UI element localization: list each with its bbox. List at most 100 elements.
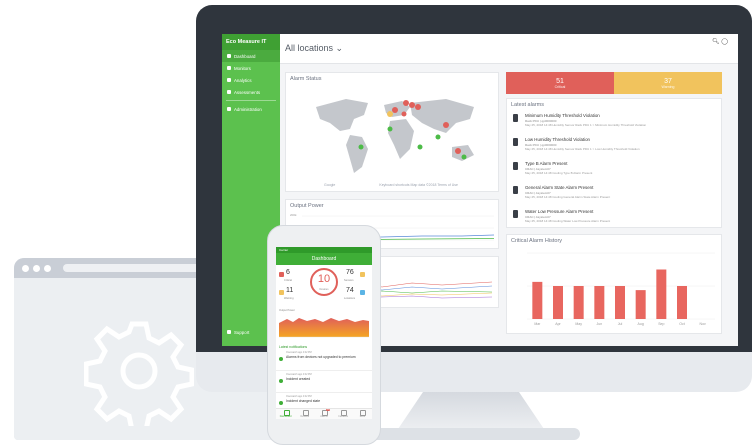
alarm-title: Type B Alarm Present [525,161,568,166]
y-tick: 200k [290,213,297,217]
sidebar-item-monitors[interactable]: Monitors [222,62,280,74]
phone-critical-label: Critical [284,279,292,282]
brand-logo[interactable]: Eco Measure IT [222,34,280,50]
panel-title: Alarm Status [290,76,322,82]
critical-icon [279,272,284,277]
sidebar-item-label: Dashboard [234,53,256,59]
map-marker-critical [392,107,398,113]
search-icon[interactable]: 🔍︎ [712,39,720,45]
critical-label: Critical [554,84,566,89]
crac-icon [513,162,518,170]
history-bar[interactable] [615,286,625,319]
map-marker-ok [435,134,441,140]
pdu-icon [513,138,518,146]
sidebar-item-analytics[interactable]: Analytics [222,74,280,86]
alarm-meta: May 25, 2018 14:48 Cooling Water Low Pre… [525,219,611,223]
map-attribution: Google [324,183,336,187]
top-bar: All locations ⌄ 🔍︎ ◯ [280,34,738,64]
alarm-meta: May 25, 2018 14:48 Humidity Sensor Rack … [525,147,640,151]
alarm-meta: May 25, 2018 14:48 Cooling Type B Alarm … [525,171,593,175]
critical-history-chart: Mar Apr May Jun Jul Aug Sep Oct Nov [527,252,715,326]
status-dot [279,379,283,383]
sidebar-item-label: Analytics [234,77,252,83]
map-marker-critical [415,104,421,110]
phone-center-label: Devices [319,288,329,291]
phone-screen: Carrier Dashboard 6 Critical 11 Warning … [276,247,372,419]
help-icon [227,330,231,334]
tab-dashboard[interactable]: Dashboard [276,409,295,419]
window-dot [22,264,29,272]
phone-critical-count[interactable]: 6 [286,269,290,276]
alarm-meta: May 25, 2018 14:48 Cooling General Alarm… [525,195,611,199]
location-selector[interactable]: All locations ⌄ [285,43,343,54]
critical-count: 51 [556,77,564,85]
panel-title: Output Power [290,203,324,209]
phone-warning-count[interactable]: 11 [286,287,293,294]
critical-count-tile[interactable]: 51 Critical [506,72,614,94]
sidebar-item-label: Administration [234,106,262,112]
notification-item[interactable]: Overwatch ago 4:02 PM Incident created [276,371,372,393]
history-bar[interactable] [656,269,667,320]
warning-count: 37 [664,77,672,85]
notification-meta: Overwatch ago 4:02 PM [286,373,312,376]
sidebar-item-administration[interactable]: Administration [222,103,280,115]
x-tick-label: Sep [658,322,664,326]
phone-output-chart: Output Power [276,309,372,343]
user-icon[interactable]: ◯ [721,39,728,45]
notification-item[interactable]: Overwatch ago 4:02 PM Alarms from device… [276,349,372,371]
window-dot [44,264,51,272]
home-icon [227,54,231,58]
phone-title: Dashboard [276,253,372,265]
sidebar-divider [226,100,276,101]
monitor-stand-base [370,428,580,440]
alarm-title: General Alarm State Alarm Present [525,185,594,190]
sidebar-item-assessments[interactable]: Assessments [222,86,280,98]
stage: Eco Measure IT Dashboard Monitors Analyt… [0,0,754,448]
alarm-title: Water Low Pressure Alarm Present [525,209,594,214]
status-dot [279,357,283,361]
sidebar-item-dashboard[interactable]: Dashboard [222,50,280,62]
history-bar[interactable] [677,286,687,319]
sidebar-item-label: Assessments [234,89,261,95]
history-bar[interactable] [594,286,605,319]
sidebar-item-support[interactable]: Support [222,326,249,338]
alarm-badge: 14 [325,409,331,411]
phone-sensors-count[interactable]: 76 [346,269,354,276]
monitor-icon [227,66,231,70]
tab-label: Alarms [320,415,328,418]
panel-title: Latest alarms [511,102,545,108]
warning-label: Warning [661,84,675,89]
tab-devices[interactable]: Devices [295,409,314,419]
alarm-meta: May 25, 2018 14:48 Humidity Sensor Rack … [525,123,647,127]
warning-count-tile[interactable]: 37 Warning [614,72,722,94]
tab-alarms[interactable]: Alarms 14 [314,409,333,419]
world-map[interactable] [306,89,486,179]
map-marker-critical [401,111,407,117]
top-icons: 🔍︎ ◯ [712,38,728,45]
map-marker-critical [409,102,415,108]
history-bar[interactable] [532,281,543,319]
history-bar[interactable] [573,286,584,319]
chart-icon [227,90,231,94]
notification-meta: Overwatch ago 4:02 PM [286,351,312,354]
browser-address-bar [63,264,213,272]
tab-more[interactable]: More [353,409,372,419]
sidebar-item-label: Support [234,329,250,335]
map-marker-ok [417,144,423,150]
phone-locations-label: Locations [344,297,356,300]
map-marker-ok [358,144,364,150]
list-icon [227,107,231,111]
tab-incidents[interactable]: Incidents [334,409,353,419]
monitor-stand [396,392,546,432]
warning-icon [279,290,284,295]
phone-tab-bar: Dashboard Devices Alarms 14 Incidents Mor… [276,408,372,419]
alarm-title: Low Humidity Threshold Violation [525,137,590,142]
phone-locations-count[interactable]: 74 [346,287,354,294]
map-marker-ok [461,154,467,160]
history-bar[interactable] [553,286,563,319]
history-bar[interactable] [635,290,646,319]
phone-device-ring[interactable]: 10 Devices [310,268,338,296]
location-icon [360,290,365,295]
sidebar-item-label: Monitors [234,65,251,71]
map-terms: Keyboard shortcuts Map data ©2018 Terms … [379,183,458,187]
